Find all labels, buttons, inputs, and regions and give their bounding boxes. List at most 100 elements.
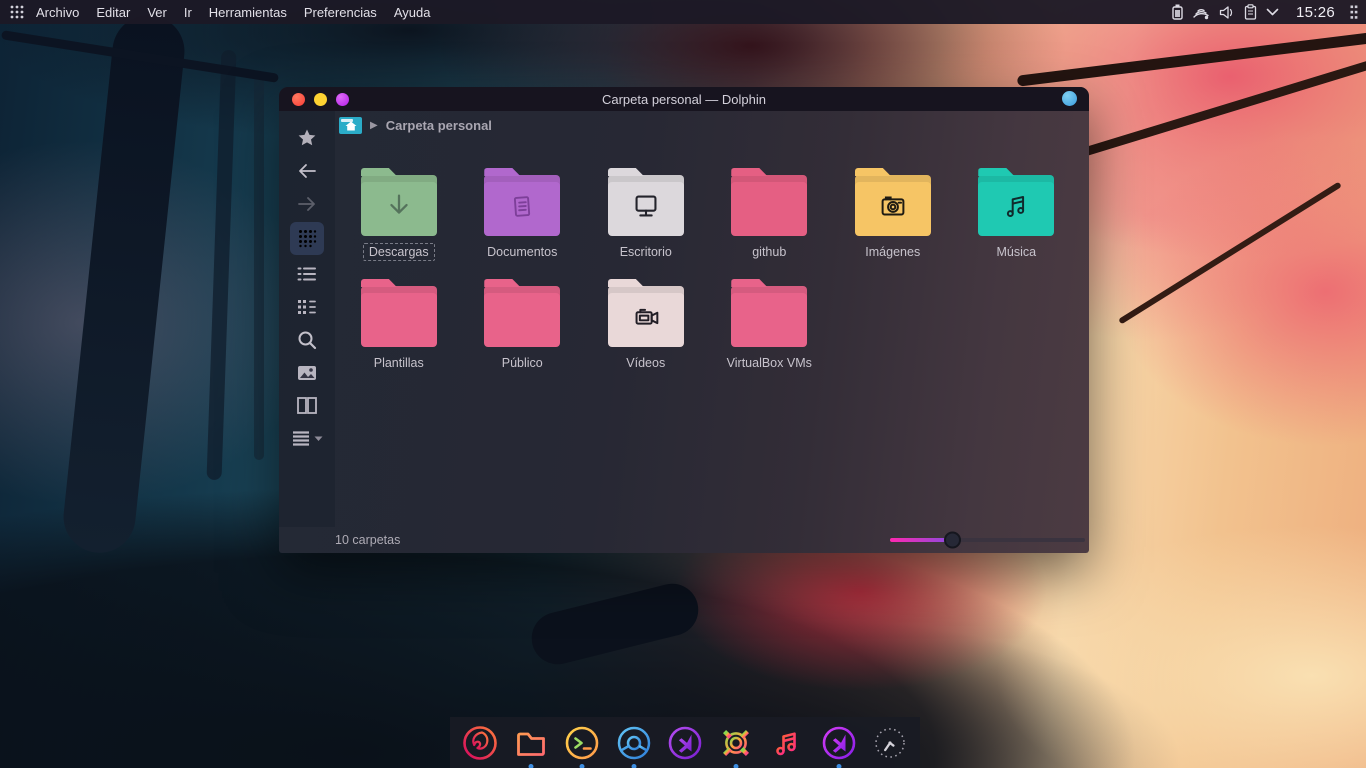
file-manager-icon[interactable] (508, 720, 554, 766)
folder-escritorio[interactable]: Escritorio (584, 157, 708, 268)
menu-ayuda[interactable]: Ayuda (394, 5, 431, 20)
top-panel: Archivo Editar Ver Ir Herramientas Prefe… (0, 0, 1366, 24)
breadcrumb-arrow-icon: ▶ (370, 120, 378, 131)
home-folder-icon[interactable] (339, 117, 362, 134)
folder-icon (978, 175, 1054, 236)
location-breadcrumb: ▶ Carpeta personal (335, 111, 1089, 139)
status-bar: 10 carpetas (279, 527, 1089, 553)
folder-label: Música (990, 243, 1042, 261)
desktop: Archivo Editar Ver Ir Herramientas Prefe… (0, 0, 1366, 768)
folder-icon (608, 175, 684, 236)
chromium-icon[interactable] (611, 720, 657, 766)
settings-gear-icon[interactable] (713, 720, 759, 766)
running-indicator (528, 764, 533, 768)
folder-documentos[interactable]: Documentos (461, 157, 585, 268)
list-view-icon[interactable] (290, 259, 324, 288)
search-icon[interactable] (290, 325, 324, 354)
terminal-icon[interactable] (559, 720, 605, 766)
items-count: 10 carpetas (335, 533, 400, 547)
folder-grid: Descargas Documentos Escritorio github (337, 157, 1085, 379)
folder-imagenes[interactable]: Imágenes (831, 157, 955, 268)
vscode-insiders-icon[interactable] (816, 720, 862, 766)
folder-icon (484, 175, 560, 236)
document-icon (505, 189, 539, 223)
music-note-icon (999, 189, 1033, 223)
global-menu: Archivo Editar Ver Ir Herramientas Prefe… (36, 5, 430, 20)
dock (450, 717, 920, 768)
window-title: Carpeta personal — Dolphin (279, 92, 1089, 107)
compact-view-icon[interactable] (290, 292, 324, 321)
icons-view-icon[interactable] (290, 222, 324, 255)
wallpaper-tree-trunk (60, 12, 188, 557)
system-tray: 15:26 (1172, 4, 1366, 21)
tool-sidebar (279, 111, 335, 527)
folder-label: Público (496, 354, 549, 372)
titlebar-status-dot[interactable] (1062, 91, 1077, 106)
running-indicator (836, 764, 841, 768)
window-titlebar[interactable]: Carpeta personal — Dolphin (279, 87, 1089, 111)
folder-icon (731, 286, 807, 347)
caret-down-icon (314, 436, 323, 442)
folder-label: Vídeos (620, 354, 671, 372)
volume-icon[interactable] (1219, 5, 1235, 20)
monitor-icon (628, 189, 664, 223)
folder-label: Imágenes (859, 243, 926, 261)
folder-label: Descargas (363, 243, 435, 261)
hamburger-menu-icon[interactable] (290, 424, 324, 453)
slider-fill (890, 538, 952, 542)
folder-virtualbox-vms[interactable]: VirtualBox VMs (708, 268, 832, 379)
wallpaper-fallen-log (526, 578, 704, 670)
folder-icon (361, 286, 437, 347)
download-arrow-icon (382, 189, 416, 223)
kebab-icon[interactable] (1350, 5, 1358, 20)
back-icon[interactable] (290, 156, 324, 185)
folder-icon (731, 175, 807, 236)
menu-archivo[interactable]: Archivo (36, 5, 79, 20)
wallpaper-tree-trunk (207, 50, 237, 480)
folder-icon (361, 175, 437, 236)
app-launcher-grid-icon[interactable] (0, 0, 34, 24)
folder-musica[interactable]: Música (955, 157, 1079, 268)
wallpaper-tree-trunk (254, 70, 264, 460)
zoom-slider[interactable] (890, 532, 1085, 548)
network-icon[interactable] (1192, 5, 1210, 20)
clipboard-icon[interactable] (1244, 4, 1257, 20)
folder-plantillas[interactable]: Plantillas (337, 268, 461, 379)
slider-handle[interactable] (944, 532, 961, 549)
folder-videos[interactable]: Vídeos (584, 268, 708, 379)
menu-ir[interactable]: Ir (184, 5, 192, 20)
folder-label: Escritorio (614, 243, 678, 261)
folder-label: github (746, 243, 792, 261)
folder-descargas[interactable]: Descargas (337, 157, 461, 268)
folder-icon (484, 286, 560, 347)
video-camera-icon (628, 300, 664, 334)
breadcrumb-path[interactable]: Carpeta personal (386, 118, 492, 133)
firefox-icon[interactable] (457, 720, 503, 766)
bookmarks-star-icon[interactable] (290, 123, 324, 152)
menu-preferencias[interactable]: Preferencias (304, 5, 377, 20)
slider-track[interactable] (890, 538, 1085, 542)
folder-label: Plantillas (368, 354, 430, 372)
clock-icon[interactable] (867, 720, 913, 766)
dolphin-window: Carpeta personal — Dolphin ▶ Carpeta per… (279, 87, 1089, 553)
chevron-down-icon[interactable] (1266, 8, 1279, 16)
folder-publico[interactable]: Público (461, 268, 585, 379)
menu-editar[interactable]: Editar (96, 5, 130, 20)
running-indicator (631, 764, 636, 768)
menu-ver[interactable]: Ver (147, 5, 167, 20)
wallpaper-branch (1118, 182, 1342, 325)
vscode-icon[interactable] (662, 720, 708, 766)
running-indicator (734, 764, 739, 768)
folder-label: VirtualBox VMs (721, 354, 818, 372)
battery-icon[interactable] (1172, 4, 1183, 20)
menu-herramientas[interactable]: Herramientas (209, 5, 287, 20)
forward-icon[interactable] (290, 189, 324, 218)
folder-icon (855, 175, 931, 236)
folder-label: Documentos (481, 243, 563, 261)
music-player-icon[interactable] (765, 720, 811, 766)
folder-github[interactable]: github (708, 157, 832, 268)
preview-panel-icon[interactable] (290, 358, 324, 387)
folder-icon (608, 286, 684, 347)
split-view-icon[interactable] (290, 391, 324, 420)
clock-time[interactable]: 15:26 (1296, 4, 1335, 21)
